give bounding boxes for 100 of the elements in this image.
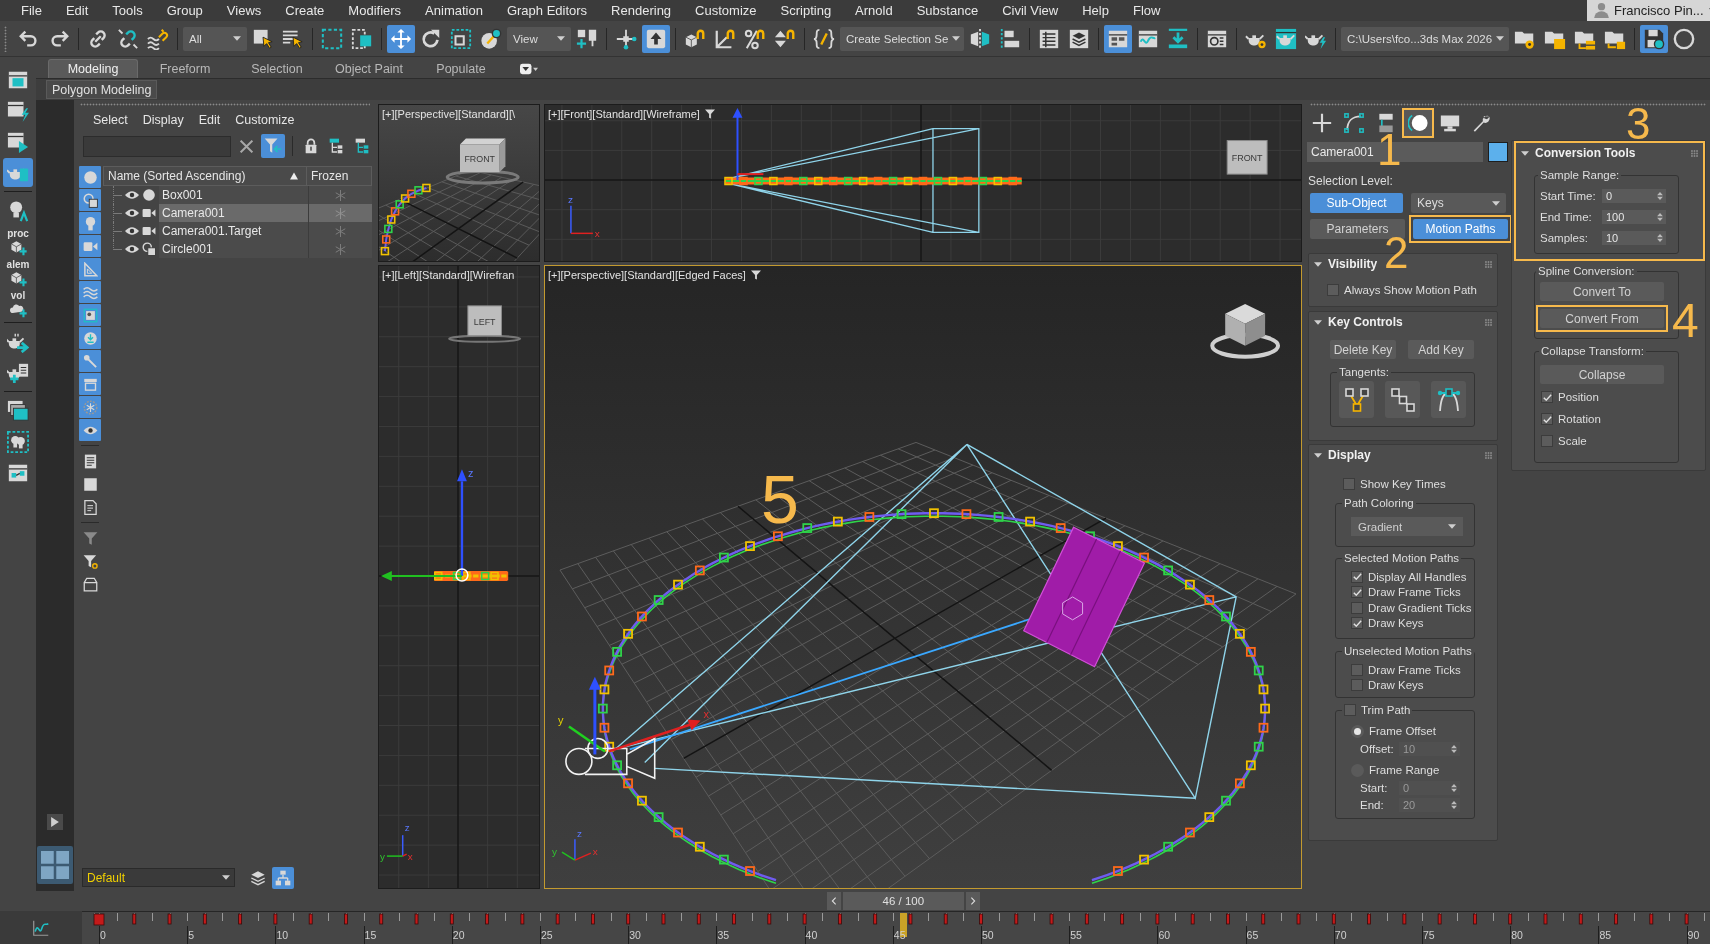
timeline-ruler[interactable]: 0 5 10 15 20 25 30 35 40 45 50 55 60 65 70 75 80 85 90 — [82, 911, 1710, 944]
menu-item[interactable]: Substance — [904, 0, 991, 21]
filter-toggle[interactable] — [79, 258, 101, 280]
viewport[interactable]: [+][Perspective][Standard][\ FRONT — [378, 104, 540, 262]
key-marker[interactable] — [943, 913, 948, 925]
key-marker[interactable] — [167, 913, 172, 925]
key-marker[interactable] — [520, 913, 525, 925]
checkbox[interactable] — [1344, 704, 1356, 716]
menu-item[interactable]: Customize — [683, 0, 769, 21]
color-swatch[interactable] — [1488, 142, 1508, 162]
viewport-label[interactable]: [+][Left][Standard][Wirefran — [382, 269, 515, 281]
menu-item[interactable]: Views — [214, 0, 274, 21]
key-marker[interactable] — [1155, 913, 1160, 925]
filter-toggle[interactable] — [79, 396, 101, 418]
menu-item[interactable]: Display — [142, 113, 184, 127]
key-marker[interactable] — [93, 913, 105, 926]
key-marker[interactable] — [202, 913, 207, 925]
frozen-cell[interactable] — [307, 186, 372, 204]
toolbar-button[interactable] — [387, 24, 415, 53]
next-frame-button[interactable] — [965, 892, 980, 910]
key-marker[interactable] — [1614, 913, 1618, 925]
viewport[interactable]: [+][Front][Standard][Wireframe] FRONT z x — [544, 104, 1302, 262]
key-marker[interactable] — [414, 913, 419, 925]
key-marker[interactable] — [626, 913, 631, 925]
menu-item[interactable]: Create — [273, 0, 337, 21]
key-marker[interactable] — [1367, 913, 1371, 925]
ribbon-panel-button[interactable]: Polygon Modeling — [46, 80, 158, 99]
frozen-cell[interactable] — [307, 204, 372, 222]
menu-item[interactable]: Flow — [1121, 0, 1173, 21]
tangent-button[interactable] — [1339, 381, 1374, 418]
toolbar-button[interactable] — [1104, 24, 1132, 53]
search-field[interactable] — [83, 135, 231, 157]
column-header[interactable]: Frozen — [307, 167, 371, 185]
key-marker[interactable] — [1473, 913, 1477, 925]
key-marker[interactable] — [873, 913, 878, 925]
key-marker[interactable] — [1543, 913, 1548, 925]
key-marker[interactable] — [238, 913, 242, 925]
key-marker[interactable] — [308, 913, 313, 925]
viewport-layout-button[interactable] — [37, 846, 73, 884]
key-marker[interactable] — [1649, 913, 1654, 925]
ribbon-tab[interactable]: Freeform — [140, 59, 230, 78]
ribbon-tab[interactable]: Modeling — [48, 59, 138, 78]
number-field[interactable]: 10 — [1602, 231, 1666, 245]
checkbox[interactable] — [1351, 570, 1363, 583]
layer-tool-button[interactable] — [272, 866, 294, 889]
dropdown[interactable]: All — [183, 26, 247, 51]
key-marker[interactable] — [1578, 913, 1583, 925]
user-menu[interactable]: Francisco Pin... — [1587, 0, 1710, 21]
collapse-button[interactable]: Collapse — [1540, 365, 1664, 384]
filter-toggle[interactable] — [79, 235, 101, 257]
checkbox[interactable] — [1351, 601, 1363, 614]
key-button[interactable]: Delete Key — [1330, 340, 1396, 359]
key-marker[interactable] — [661, 913, 666, 925]
object-name[interactable]: Camera001.Target — [159, 222, 308, 240]
key-marker[interactable] — [449, 913, 454, 925]
menu-item[interactable]: File — [9, 0, 54, 21]
key-marker[interactable] — [1331, 913, 1336, 925]
dropdown[interactable]: Create Selection Se — [840, 26, 964, 51]
viewport[interactable]: [+][Perspective][Standard][Edged Faces] z y x y x 5 — [544, 265, 1302, 889]
filter-toggle[interactable] — [79, 189, 101, 211]
key-marker[interactable] — [132, 913, 137, 925]
funnel-icon[interactable] — [704, 109, 715, 119]
dropdown[interactable]: View — [507, 26, 571, 51]
key-marker[interactable] — [1014, 913, 1019, 925]
eye-icon[interactable] — [125, 206, 139, 220]
key-marker[interactable] — [1402, 913, 1407, 925]
filter-toggle[interactable] — [79, 350, 101, 372]
rollout-header[interactable]: Display — [1309, 445, 1497, 465]
layer-dropdown[interactable]: Default — [82, 868, 235, 887]
filter-toggle[interactable] — [79, 304, 101, 326]
menu-item[interactable]: Arnold — [843, 0, 905, 21]
menu-item[interactable]: Edit — [53, 0, 101, 21]
level-dropdown[interactable]: Keys — [1411, 193, 1506, 213]
key-marker[interactable] — [1049, 913, 1054, 925]
menu-item[interactable]: Animation — [413, 0, 495, 21]
number-field[interactable]: 0 — [1602, 189, 1666, 203]
key-marker[interactable] — [1296, 913, 1301, 925]
checkbox[interactable] — [1343, 478, 1355, 490]
tangent-button[interactable] — [1431, 381, 1466, 418]
viewport-label[interactable]: [+][Front][Standard][Wireframe] — [548, 108, 700, 120]
dropdown[interactable]: C:\Users\fco...3ds Max 2026 — [1341, 26, 1509, 51]
menu-item[interactable]: Tools — [100, 0, 155, 21]
key-marker[interactable] — [485, 913, 489, 925]
key-marker[interactable] — [344, 913, 348, 925]
key-marker[interactable] — [1684, 913, 1689, 925]
filter-toggle[interactable] — [79, 327, 101, 349]
checkbox[interactable] — [1541, 435, 1553, 447]
checkbox[interactable] — [1541, 391, 1553, 403]
grip-handle[interactable] — [1310, 102, 1706, 106]
menu-item[interactable]: Graph Editors — [494, 0, 600, 21]
panel-tab[interactable] — [1402, 108, 1434, 138]
convert-button[interactable]: Convert To — [1540, 282, 1664, 301]
checkbox[interactable] — [1541, 413, 1553, 425]
key-marker[interactable] — [379, 913, 384, 925]
filter-toggle[interactable] — [79, 166, 101, 188]
key-marker[interactable] — [838, 913, 842, 925]
filter-button[interactable] — [261, 134, 285, 158]
toolbar-button[interactable] — [642, 24, 670, 53]
path-coloring-dropdown[interactable]: Gradient — [1351, 517, 1463, 536]
eye-icon[interactable] — [125, 188, 139, 202]
